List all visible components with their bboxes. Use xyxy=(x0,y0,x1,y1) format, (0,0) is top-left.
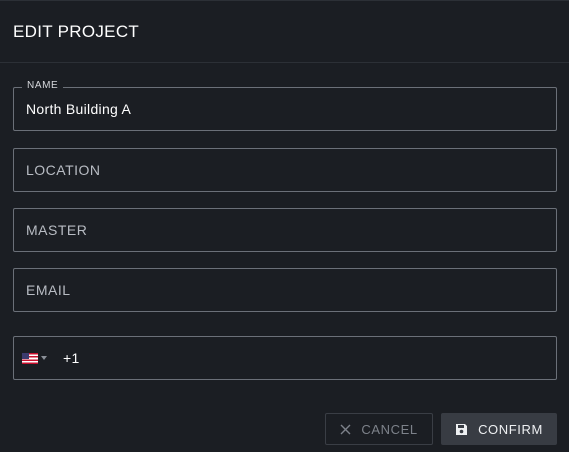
name-field-label: NAME xyxy=(22,80,64,91)
save-icon xyxy=(455,423,468,436)
phone-field[interactable] xyxy=(13,336,557,380)
us-flag-icon xyxy=(22,352,38,364)
name-input[interactable] xyxy=(14,88,556,130)
location-field[interactable] xyxy=(13,148,557,192)
master-field[interactable] xyxy=(13,208,557,252)
phone-input[interactable] xyxy=(47,337,556,379)
confirm-button[interactable]: CONFIRM xyxy=(441,413,557,445)
country-selector[interactable] xyxy=(14,337,47,379)
location-input[interactable] xyxy=(14,149,556,191)
name-field[interactable]: NAME xyxy=(13,80,557,131)
master-input[interactable] xyxy=(14,209,556,251)
dialog-header: EDIT PROJECT xyxy=(0,1,569,63)
email-field[interactable] xyxy=(13,268,557,312)
cancel-button[interactable]: CANCEL xyxy=(325,413,433,445)
edit-project-dialog: EDIT PROJECT NAME CANCEL xyxy=(0,0,569,452)
cancel-button-label: CANCEL xyxy=(361,421,418,437)
dialog-title: EDIT PROJECT xyxy=(13,21,140,41)
confirm-button-label: CONFIRM xyxy=(478,421,543,437)
close-icon xyxy=(340,424,351,435)
email-input[interactable] xyxy=(14,269,556,311)
